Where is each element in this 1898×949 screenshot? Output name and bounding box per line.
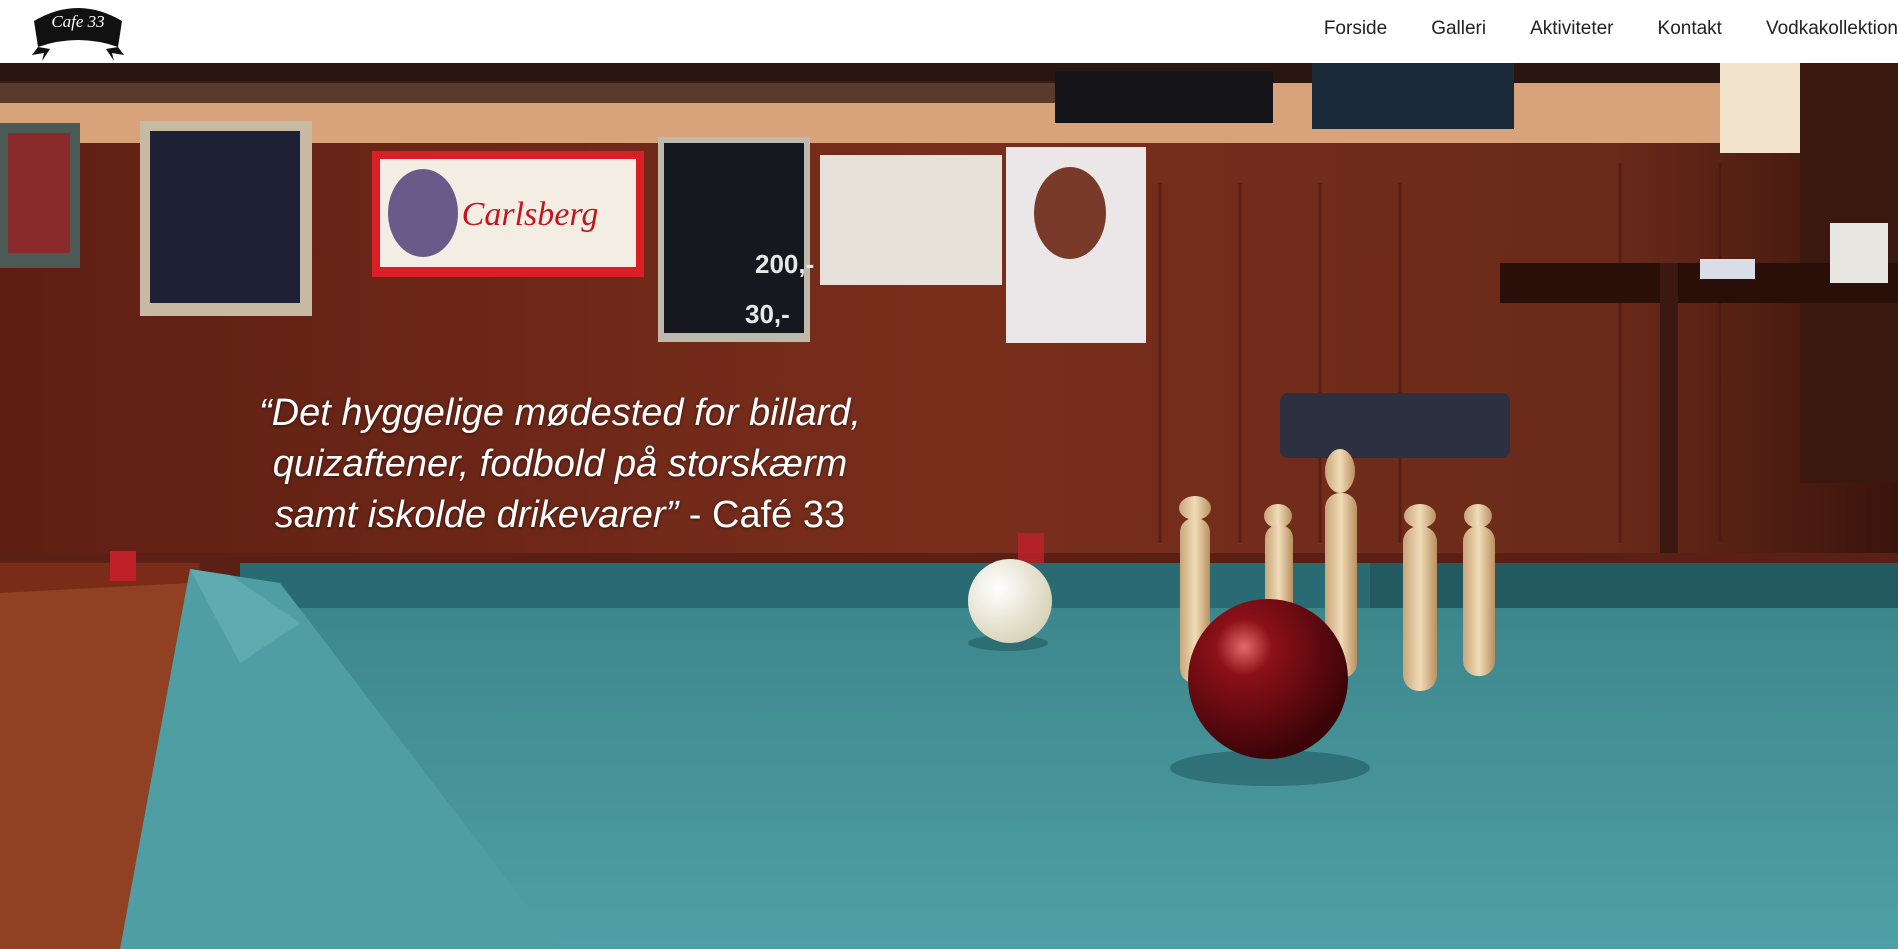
site-header: Cafe 33 Forside Galleri Aktiviteter Kont… <box>0 0 1898 63</box>
nav-vodkakollektion[interactable]: Vodkakollektion <box>1766 18 1898 40</box>
poster-price-2: 30,- <box>745 299 790 329</box>
nav-kontakt[interactable]: Kontakt <box>1658 18 1722 40</box>
quote-attribution: - Café 33 <box>678 494 846 536</box>
quote-line-1: “Det hyggelige mødested for billard, <box>259 392 861 434</box>
hero-banner: Carlsberg 200,- 30,- “Det hyggelige møde… <box>0 63 1898 949</box>
quote-line-2: quizaftener, fodbold på storskærm <box>272 443 848 485</box>
hero-quote: “Det hyggelige mødested for billard, qui… <box>160 388 960 541</box>
nav-forside[interactable]: Forside <box>1324 18 1387 40</box>
svg-text:Carlsberg: Carlsberg <box>462 196 599 233</box>
cafe-33-logo[interactable]: Cafe 33 <box>30 3 126 61</box>
nav-galleri[interactable]: Galleri <box>1431 18 1486 40</box>
nav-aktiviteter[interactable]: Aktiviteter <box>1530 18 1613 40</box>
main-nav: Forside Galleri Aktiviteter Kontakt Vodk… <box>1280 0 1898 58</box>
quote-line-3: samt iskolde drikevarer” - Café 33 <box>160 490 960 541</box>
logo-text: Cafe 33 <box>51 12 104 31</box>
poster-price-1: 200,- <box>755 249 814 279</box>
quote-line-3-text: samt iskolde drikevarer” <box>274 494 679 536</box>
